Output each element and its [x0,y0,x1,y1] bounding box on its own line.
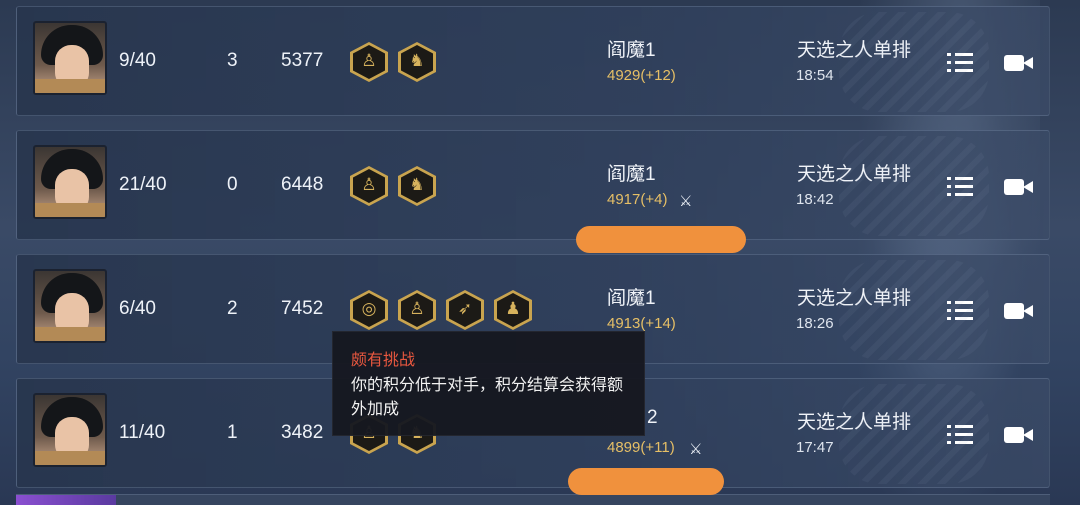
warrior-icon[interactable]: ♞ [398,166,436,206]
challenge-tooltip: 颇有挑战 你的积分低于对手，积分结算会获得额外加成 [332,331,645,436]
list-icon[interactable] [947,424,973,446]
opponent-name: 阎魔1 [607,288,656,309]
tooltip-title: 颇有挑战 [351,352,416,369]
boot-icon[interactable]: ♟ [494,290,532,330]
badge-list: ♙ ♞ [350,166,436,206]
rank-text: 21/40 [119,174,167,195]
match-time: 17:47 [796,439,834,456]
opponent-name: 2 [647,407,658,428]
video-camera-icon[interactable] [1004,302,1034,320]
mode-label: 天选之人单排 [797,412,912,433]
list-icon[interactable] [947,176,973,198]
score-text: 5377 [281,50,324,71]
crossed-swords-icon[interactable]: ⚔ [679,192,692,210]
next-row-edge [16,494,1050,505]
warrior-icon[interactable]: ♞ [398,42,436,82]
redaction-bar [568,468,724,495]
mode-label: 天选之人单排 [797,288,912,309]
badge-list: ◎ ♙ ➶ ♟ [350,290,532,330]
avatar [33,269,107,343]
purple-tag [16,495,116,505]
video-camera-icon[interactable] [1004,54,1034,72]
kills-text: 1 [227,422,238,443]
match-time: 18:42 [796,191,834,208]
score-text: 7452 [281,298,324,319]
rank-text: 11/40 [119,422,166,443]
kills-text: 0 [227,174,238,195]
list-icon[interactable] [947,300,973,322]
score-text: 3482 [281,422,324,443]
score-text: 6448 [281,174,324,195]
seated-figure-icon[interactable]: ♙ [350,42,388,82]
video-camera-icon[interactable] [1004,426,1034,444]
tooltip-body: 你的积分低于对手，积分结算会获得额外加成 [351,377,624,418]
opponent-score: 4929(+12) [607,67,676,84]
opponent-name: 阎魔1 [607,40,656,61]
match-row[interactable]: 21/40 0 6448 ♙ ♞ 阎魔1 4917(+4) ⚔ 天选之人单排 1… [16,130,1050,240]
video-camera-icon[interactable] [1004,178,1034,196]
avatar [33,145,107,219]
opponent-score: 4913(+14) [607,315,676,332]
match-row[interactable]: 9/40 3 5377 ♙ ♞ 阎魔1 4929(+12) 天选之人单排 18:… [16,6,1050,116]
bow-spiral-icon[interactable]: ◎ [350,290,388,330]
opponent-score: 4917(+4) [607,191,668,208]
redaction-bar [576,226,746,253]
mode-label: 天选之人单排 [797,164,912,185]
bow-icon[interactable]: ➶ [446,290,484,330]
match-time: 18:54 [796,67,834,84]
rank-text: 9/40 [119,50,156,71]
kills-text: 3 [227,50,238,71]
kills-text: 2 [227,298,238,319]
match-time: 18:26 [796,315,834,332]
rank-text: 6/40 [119,298,156,319]
mode-label: 天选之人单排 [797,40,912,61]
opponent-score: 4899(+11) [607,439,675,456]
avatar [33,393,107,467]
crossed-swords-icon[interactable]: ⚔ [689,440,702,458]
avatar [33,21,107,95]
list-icon[interactable] [947,52,973,74]
seated-figure-icon[interactable]: ♙ [350,166,388,206]
seated-figure-icon[interactable]: ♙ [398,290,436,330]
badge-list: ♙ ♞ [350,42,436,82]
opponent-name: 阎魔1 [607,164,656,185]
